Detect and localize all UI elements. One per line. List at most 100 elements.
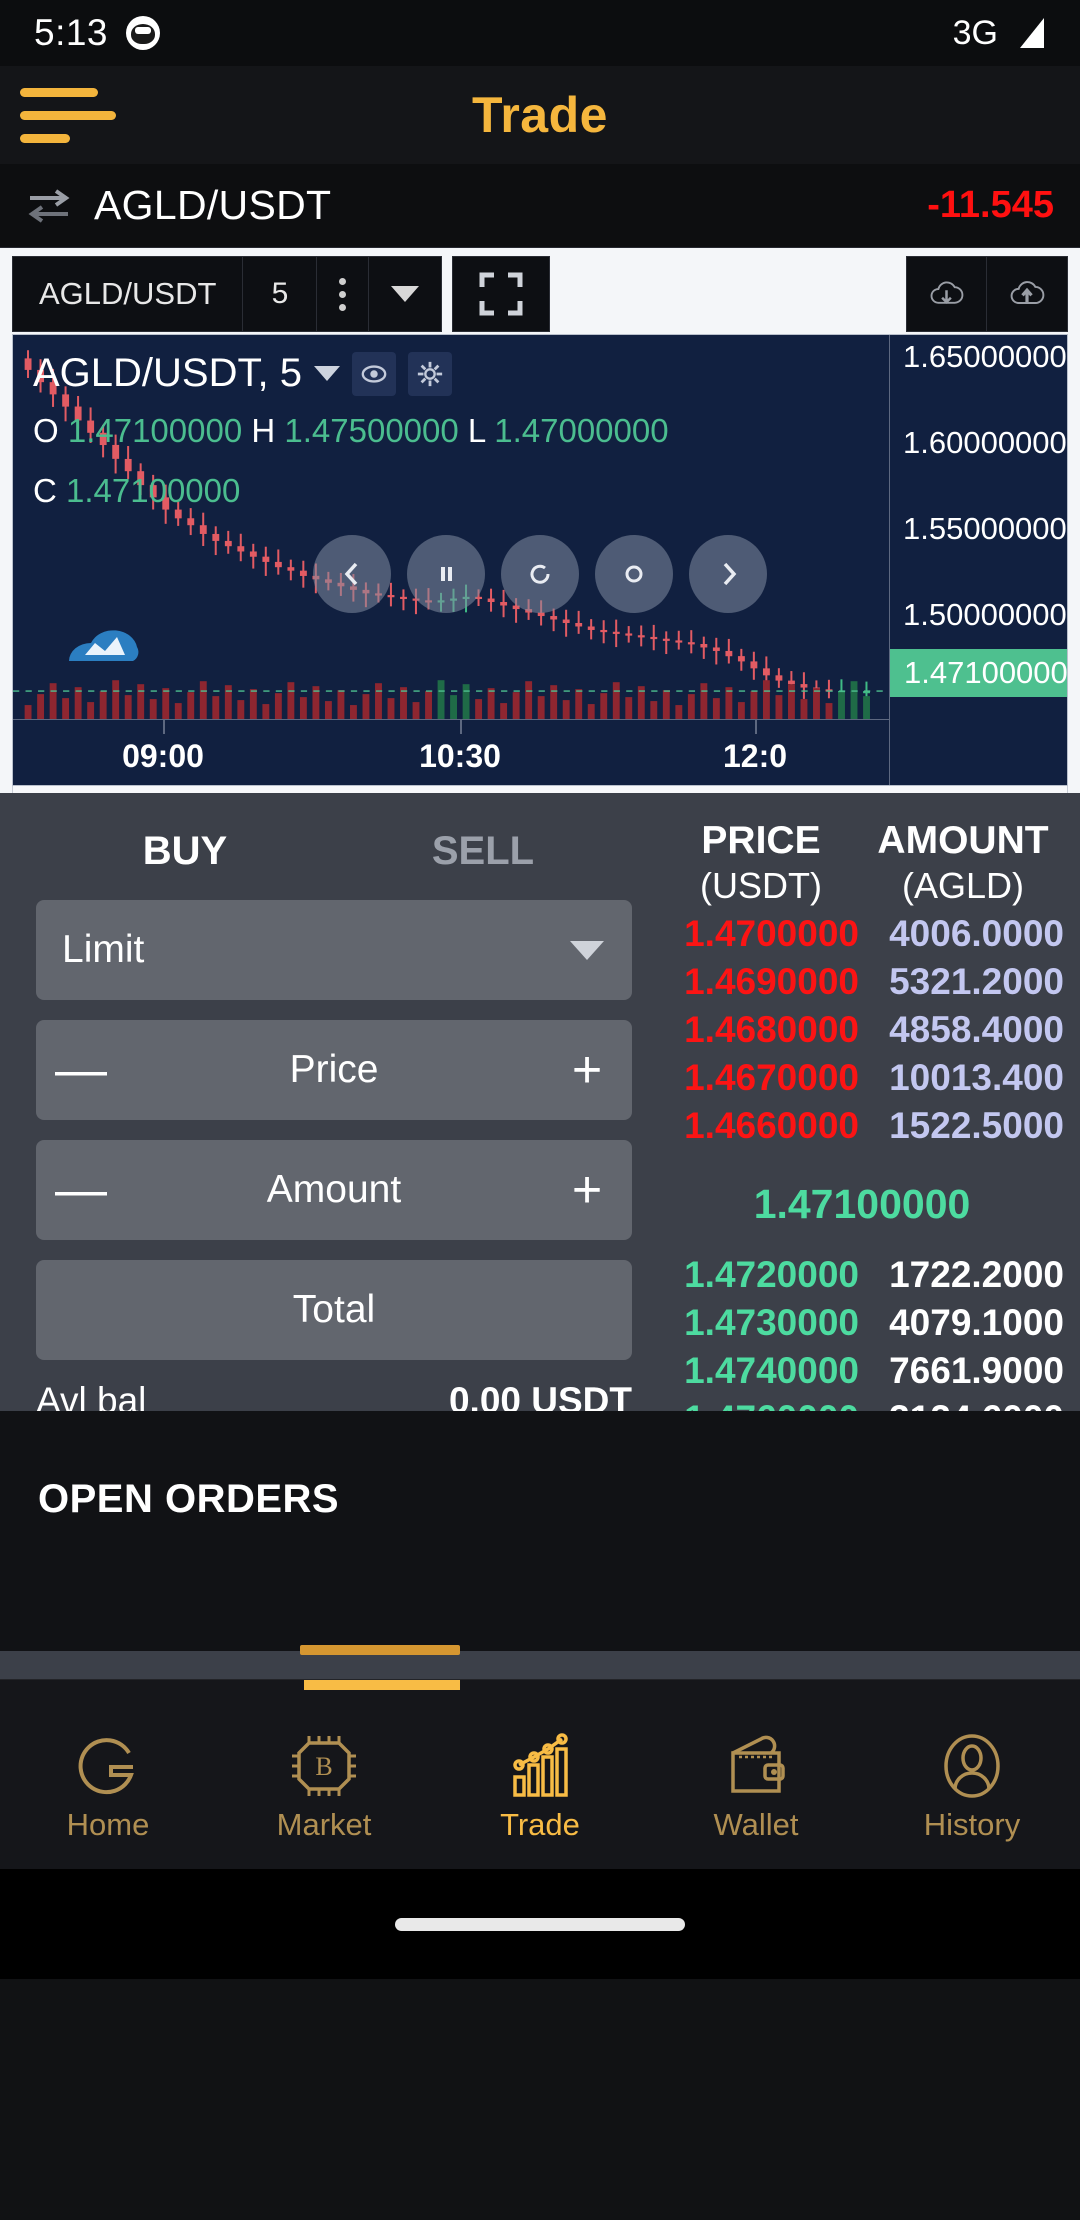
swap-arrows-icon[interactable] [26,184,72,228]
order-book-row[interactable]: 1.4660000 1522.5000 [660,1105,1064,1147]
open-orders-title: OPEN ORDERS [38,1477,340,1521]
price-header-label: PRICE [701,819,821,862]
hamburger-menu-icon[interactable] [20,88,124,143]
nav-label-history: History [923,1806,1021,1842]
amount-increment-button[interactable]: + [542,1164,632,1216]
pair-bar[interactable]: AGLD/USDT -11.545 [0,164,1080,248]
order-type-select[interactable]: Limit [36,900,632,1000]
x-tick-label: 09:00 [122,738,204,774]
ohlc-close-value: 1.47100000 [66,471,241,509]
bitcoin-chip-icon: B [289,1725,359,1801]
order-book-row[interactable]: 1.4720000 1722.2000 [660,1254,1064,1296]
chart-nav-buttons [313,535,767,613]
pair-symbol: AGLD/USDT [94,182,332,228]
chart-legend-title: AGLD/USDT, 5 [33,351,302,395]
order-book-price: 1.4700000 [684,913,859,954]
order-book-price: 1.4680000 [684,1009,859,1050]
nav-item-market[interactable]: B Market [216,1680,432,1869]
chevron-down-icon [570,940,604,960]
available-balance-label: Avl bal [36,1380,147,1411]
chart-container: AGLD/USDT 5 AGLD/USDT, 5 O 1.47100000 H … [0,248,1080,850]
eye-icon[interactable] [351,351,396,396]
order-book-row[interactable]: 1.4680000 4858.4000 [660,1009,1064,1051]
order-book-row[interactable]: 1.4730000 4079.1000 [660,1302,1064,1344]
chart-ohlc-row-1: O 1.47100000 H 1.47500000 L 1.47000000 [33,406,669,456]
wallet-icon [721,1725,791,1801]
pause-icon[interactable] [407,535,485,613]
nav-label-trade: Trade [500,1806,580,1842]
available-balance-row: Avl bal 0.00 USDT [36,1380,632,1411]
x-tick-mark [755,720,757,734]
panel-drag-strip[interactable] [0,1645,1080,1679]
order-book-amount: 5321.2000 [889,961,1064,1002]
person-icon [937,1725,1007,1801]
order-book-row[interactable]: 1.4740000 7661.9000 [660,1350,1064,1392]
order-book-amount: 3124.6000 [865,1398,1064,1411]
status-time: 5:13 [34,12,109,53]
order-book-asks: 1.4700000 4006.0000 1.4690000 5321.2000 1.46… [660,913,1064,1147]
amount-stepper[interactable]: — Amount + [36,1140,632,1240]
cloud-download-icon[interactable] [907,257,987,331]
home-indicator[interactable] [395,1917,685,1931]
nav-item-trade[interactable]: Trade [432,1680,648,1869]
chevron-down-icon[interactable] [369,257,441,331]
logo-g-icon [73,1725,143,1801]
order-book-price: 1.4740000 [684,1350,859,1391]
chart-cloud-group [906,256,1068,332]
amount-header-unit: (AGLD) [901,865,1024,906]
ohlc-open-value: 1.47100000 [67,412,243,449]
price-decrement-button[interactable]: — [36,1044,126,1096]
price-increment-button[interactable]: + [542,1044,632,1096]
amount-decrement-button[interactable]: — [36,1164,126,1216]
chevron-right-icon[interactable] [689,535,767,613]
order-book-bids: 1.4720000 1722.2000 1.4730000 4079.1000 1.47… [660,1254,1064,1411]
cloud-upload-icon[interactable] [987,257,1067,331]
page-title: Trade [472,87,608,143]
price-header-unit: (USDT) [700,865,822,906]
circle-icon[interactable] [595,535,673,613]
fullscreen-icon[interactable] [452,256,551,332]
chart-y-axis[interactable]: 1.65000000 1.60000000 1.55000000 1.50000… [889,335,1067,785]
price-stepper[interactable]: — Price + [36,1020,632,1120]
nav-label-market: Market [276,1806,372,1842]
gear-icon[interactable] [407,351,452,396]
order-book: PRICE (USDT) AMOUNT (AGLD) 1.4700000 4006… [660,793,1080,1411]
order-book-row[interactable]: 1.4690000 5321.2000 [660,961,1064,1003]
app-root: 5:13 3G Trade AGLD/USDT -11.545 AGLD/USD… [0,0,1080,2220]
order-book-amount: 4858.4000 [889,1009,1064,1050]
total-field[interactable]: Total [36,1260,632,1360]
total-input[interactable]: Total [36,1288,632,1332]
ohlc-open-label: O [33,412,59,449]
chart-interval-button[interactable]: 5 [243,257,318,331]
chart-legend: AGLD/USDT, 5 O 1.47100000 H 1.47500000 L… [33,351,669,515]
order-book-row[interactable]: 1.4670000 10013.400 [660,1057,1064,1099]
order-book-row[interactable]: 1.47600003124.6000 [660,1398,1064,1411]
order-book-price: 1.4690000 [684,961,859,1002]
owl-icon [126,16,161,50]
three-dots-icon[interactable] [317,257,370,331]
last-price-label: 1.47100000 [890,649,1067,697]
price-chart[interactable]: AGLD/USDT, 5 O 1.47100000 H 1.47500000 L… [12,334,1068,786]
nav-item-home[interactable]: Home [0,1680,216,1869]
chart-symbol-button[interactable]: AGLD/USDT [13,257,244,331]
tab-sell[interactable]: SELL [334,819,632,900]
drag-handle[interactable] [300,1645,460,1655]
x-tick-mark [163,720,165,734]
order-book-amount: 4079.1000 [889,1302,1064,1343]
chevron-left-icon[interactable] [313,535,391,613]
bottom-navigation: Home B Market Trade Wallet History [0,1679,1080,1869]
order-book-amount: 1722.2000 [889,1254,1064,1295]
nav-item-history[interactable]: History [864,1680,1080,1869]
order-book-price: 1.4670000 [684,1057,859,1098]
chevron-down-icon[interactable] [313,366,340,381]
y-tick-label: 1.60000000 [903,425,1067,460]
chart-x-axis: 09:00 10:30 12:0 [13,719,889,785]
refresh-icon[interactable] [501,535,579,613]
tab-buy[interactable]: BUY [36,819,334,900]
order-book-row[interactable]: 1.4700000 4006.0000 [660,913,1064,955]
order-book-price-header: PRICE (USDT) [660,819,862,907]
order-form: BUY SELL Limit — Price + — Amount + Tota… [0,793,660,1411]
nav-item-wallet[interactable]: Wallet [648,1680,864,1869]
bar-chart-icon [505,1725,575,1801]
y-tick-label: 1.55000000 [903,511,1067,546]
